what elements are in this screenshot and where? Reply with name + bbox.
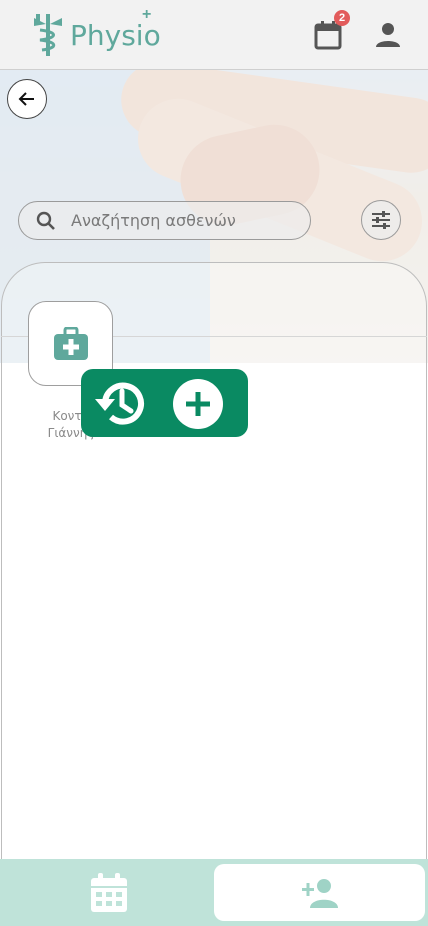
app-header: Physio + 2 xyxy=(0,0,428,70)
brand-plus: + xyxy=(142,6,152,23)
search-icon xyxy=(36,211,55,230)
add-button[interactable] xyxy=(173,379,223,429)
search-bar xyxy=(18,201,311,240)
nav-patients-button[interactable] xyxy=(214,864,425,921)
add-person-icon xyxy=(301,878,338,908)
search-input[interactable] xyxy=(71,202,301,239)
arrow-left-icon xyxy=(18,92,34,106)
action-popup xyxy=(81,369,248,437)
bottom-navigation xyxy=(0,859,428,926)
person-icon xyxy=(376,23,400,47)
filter-button[interactable] xyxy=(361,200,401,240)
nav-calendar-button[interactable] xyxy=(90,873,128,913)
medical-kit-icon xyxy=(53,326,88,360)
notification-badge: 2 xyxy=(334,10,350,26)
add-icon xyxy=(186,392,210,416)
caduceus-icon xyxy=(34,14,62,56)
tune-icon xyxy=(372,211,390,229)
history-icon xyxy=(95,382,144,425)
history-button[interactable] xyxy=(91,377,147,429)
calendar-icon xyxy=(91,873,127,912)
back-button[interactable] xyxy=(7,79,47,119)
profile-button[interactable] xyxy=(374,20,402,50)
